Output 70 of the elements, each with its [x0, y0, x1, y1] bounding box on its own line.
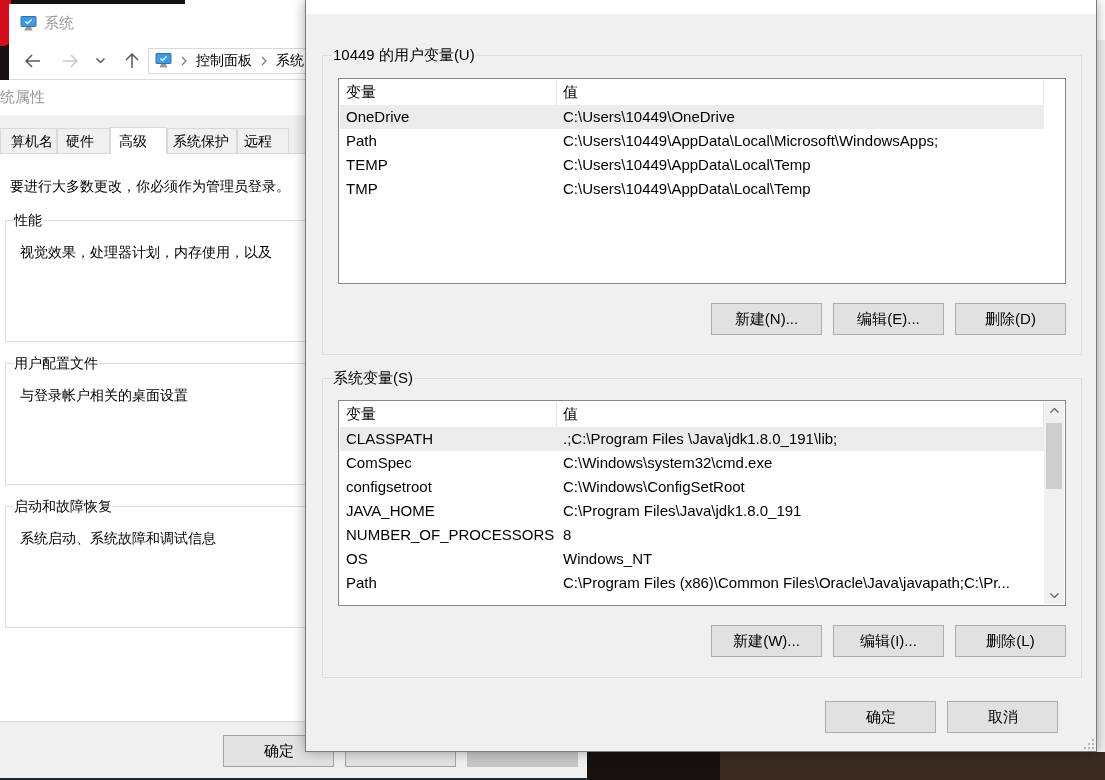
- breadcrumb-link[interactable]: 控制面板: [196, 50, 252, 71]
- table-cell-text: Path: [345, 573, 378, 593]
- table-cell-text: C:\Users\10449\AppData\Local\Microsoft\WindowsApps;: [562, 131, 940, 151]
- table-cell-text: OneDrive: [345, 107, 411, 127]
- table-cell-text: JAVA_HOME: [345, 501, 436, 521]
- arrow-up-icon: [125, 52, 139, 69]
- up-button[interactable]: [125, 52, 139, 69]
- tab[interactable]: 硬件: [57, 128, 110, 153]
- table-cell-text: configsetroot: [345, 477, 433, 497]
- edit-button[interactable]: 编辑(E)...: [833, 303, 944, 335]
- covered-button[interactable]: [345, 752, 456, 767]
- tab[interactable]: 远程: [237, 128, 289, 153]
- tab[interactable]: 算机名: [0, 128, 57, 153]
- table-cell-text: C:\Users\10449\AppData\Local\Temp: [562, 179, 812, 199]
- table-cell-text: .;C:\Program Files \Java\jdk1.8.0_191\lib;: [562, 429, 839, 449]
- window-title: 系统: [44, 12, 74, 33]
- breadcrumb-link[interactable]: 系统: [276, 50, 304, 71]
- group-title: 系统变量(S): [332, 368, 414, 388]
- group-title: 用户配置文件: [13, 353, 99, 373]
- group-description: 系统启动、系统故障和调试信息: [20, 530, 216, 546]
- group-title: 10449 的用户变量(U): [332, 45, 476, 65]
- group-description: 与登录帐户相关的桌面设置: [20, 387, 188, 403]
- chevron-right-icon: [181, 55, 187, 66]
- table-cell-text: ComSpec: [345, 453, 413, 473]
- variable-row[interactable]: OneDrive C:\Users\10449\OneDrive: [340, 105, 1044, 129]
- group-title: 启动和故障恢复: [13, 496, 113, 516]
- new-button[interactable]: 新建(W)...: [711, 625, 822, 657]
- table-cell-text: C:\Program Files\Java\jdk1.8.0_191: [562, 501, 803, 521]
- table-cell-text: 8: [562, 525, 573, 545]
- arrow-left-icon: [25, 53, 41, 68]
- group-title: 性能: [13, 210, 43, 230]
- table-cell-text: C:\Program Files (x86)\Common Files\Oracle\Java\javapath;C:\Pr...: [562, 573, 1011, 593]
- table-cell-text: OS: [345, 549, 369, 569]
- table-cell-text: CLASSPATH: [345, 429, 434, 449]
- back-button[interactable]: [25, 53, 41, 68]
- table-cell-text: C:\Users\10449\AppData\Local\Temp: [562, 155, 812, 175]
- computer-icon: [155, 53, 172, 68]
- arrow-right-icon: [62, 53, 78, 68]
- delete-button[interactable]: 删除(D): [955, 303, 1066, 335]
- table-cell-text: NUMBER_OF_PROCESSORS: [345, 525, 556, 545]
- table-cell-text: C:\Windows\ConfigSetRoot: [562, 477, 746, 497]
- table-cell-text: Path: [345, 131, 378, 151]
- ok-button[interactable]: 确定: [825, 701, 936, 733]
- notice-text: 要进行大多数更改，你必须作为管理员登录。: [10, 177, 291, 196]
- computer-icon: [20, 15, 37, 31]
- cancel-button[interactable]: 取消: [947, 701, 1058, 733]
- table-cell-text: C:\Users\10449\OneDrive: [562, 107, 736, 127]
- delete-button[interactable]: 删除(L): [955, 625, 1066, 657]
- chevron-right-icon: [261, 55, 267, 66]
- table-cell-text: Windows_NT: [562, 549, 654, 569]
- group-description: 视觉效果，处理器计划，内存使用，以及: [20, 244, 272, 260]
- resize-grip-icon[interactable]: [1084, 739, 1094, 749]
- table-cell-text: TMP: [345, 179, 379, 199]
- edit-button[interactable]: 编辑(I)...: [833, 625, 944, 657]
- variable-row[interactable]: CLASSPATH .;C:\Program Files \Java\jdk1.8.0_191\lib;: [340, 427, 1044, 451]
- scrollbar-thumb[interactable]: [1046, 423, 1062, 489]
- chevron-up-icon: [1049, 408, 1059, 413]
- address-bar[interactable]: 控制面板 系统: [148, 47, 305, 74]
- scrollbar[interactable]: [1044, 402, 1064, 604]
- list-view[interactable]: [338, 400, 1066, 606]
- new-button[interactable]: 新建(N)...: [711, 303, 822, 335]
- tab[interactable]: 高级: [110, 127, 167, 154]
- tab[interactable]: 系统保护: [167, 128, 237, 153]
- list-view[interactable]: 变量 值 OneDrive C:\Users\10449\OneDrive Path C:\Users\10449\AppData\Local\Microsoft\WindowsApps; TEMP C:\Users\10449\AppData\Local\Temp TMP C:\Users\10449\AppData\Local\Temp: [338, 78, 1066, 284]
- window-title: 统属性: [0, 87, 45, 108]
- table-cell-text: C:\Windows\system32\cmd.exe: [562, 453, 774, 473]
- chevron-down-icon: [1049, 593, 1059, 598]
- chevron-down-icon: [96, 58, 105, 63]
- table-cell-text: TEMP: [345, 155, 389, 175]
- recent-locations-button[interactable]: [96, 58, 105, 63]
